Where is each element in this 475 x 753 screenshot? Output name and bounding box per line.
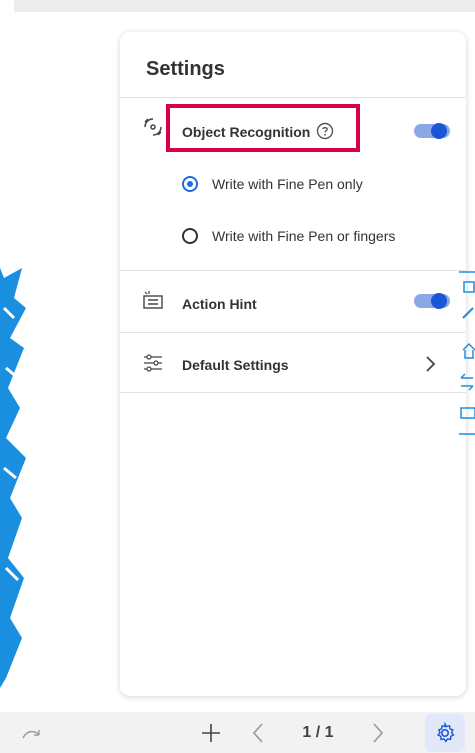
- chevron-right-icon[interactable]: [424, 355, 436, 373]
- action-hint-label: Action Hint: [182, 296, 257, 312]
- gear-icon: [437, 722, 455, 743]
- pen-icon: [462, 307, 474, 319]
- switch-icon: [460, 373, 474, 391]
- edit-icon: [459, 271, 475, 293]
- redo-button[interactable]: [16, 712, 48, 753]
- page-indicator-text: 1 / 1: [302, 723, 334, 741]
- action-hint-toggle[interactable]: [414, 293, 450, 309]
- option-fine-pen-or-fingers-label: Write with Fine Pen or fingers: [212, 228, 396, 244]
- redo-icon: [22, 729, 40, 738]
- divider: [120, 332, 466, 333]
- top-strip: [0, 0, 475, 12]
- ink-doodle: [0, 268, 26, 688]
- option-fine-pen-only-label: Write with Fine Pen only: [212, 176, 363, 192]
- plus-icon: [202, 723, 220, 742]
- radio-fine-pen-or-fingers[interactable]: [182, 228, 198, 244]
- bottom-toolbar: 1 / 1: [0, 712, 475, 753]
- radio-fine-pen-only[interactable]: [182, 176, 198, 192]
- page-indicator: 1 / 1: [290, 712, 346, 753]
- settings-button[interactable]: [425, 714, 465, 752]
- chevron-right-icon: [373, 722, 384, 743]
- object-recognition-toggle[interactable]: [414, 123, 450, 139]
- divider: [120, 270, 466, 271]
- pc-icon: [459, 407, 475, 435]
- prev-page-button[interactable]: [246, 712, 270, 753]
- divider: [120, 392, 466, 393]
- settings-panel: Settings Object Recognition Write with F…: [120, 32, 466, 696]
- add-page-button[interactable]: [196, 712, 226, 753]
- chevron-left-icon: [252, 722, 263, 743]
- home-icon: [462, 342, 475, 359]
- action-hint-icon: [143, 291, 163, 309]
- side-toolbar: [459, 271, 475, 435]
- default-settings-label[interactable]: Default Settings: [182, 357, 289, 373]
- object-recognition-icon: [144, 118, 162, 136]
- next-page-button[interactable]: [366, 712, 390, 753]
- highlight-box: [166, 104, 360, 152]
- divider: [120, 97, 466, 98]
- sliders-icon: [144, 354, 162, 372]
- panel-title: Settings: [146, 58, 225, 80]
